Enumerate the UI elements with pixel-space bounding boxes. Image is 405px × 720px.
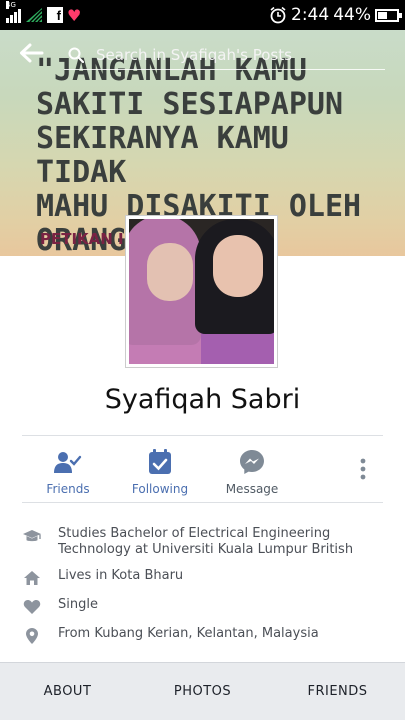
network-type: 4G [6, 1, 16, 9]
search-icon [68, 47, 84, 63]
graduation-cap-icon [22, 527, 42, 545]
messenger-icon [238, 448, 266, 476]
more-options-button[interactable] [343, 436, 383, 502]
facebook-icon: f [47, 7, 63, 23]
following-icon [146, 448, 174, 476]
profile-actions: Friends Following Message [22, 436, 383, 502]
heart-icon: ♥ [67, 5, 82, 25]
heart-icon [22, 598, 42, 616]
search-field[interactable] [64, 40, 385, 70]
friends-label: Friends [46, 482, 90, 496]
following-label: Following [131, 482, 189, 496]
divider [22, 502, 383, 503]
info-lives-in-text: Lives in Kota Bharu [58, 568, 184, 583]
more-vertical-icon [360, 458, 366, 480]
intro-section: Studies Bachelor of Electrical Engineeri… [22, 526, 383, 655]
battery-percent: 44% [333, 5, 371, 25]
message-button[interactable]: Message [206, 436, 298, 502]
search-input[interactable] [96, 45, 356, 64]
friends-button[interactable]: Friends [22, 436, 114, 502]
tab-friends[interactable]: FRIENDS [270, 684, 405, 699]
following-button[interactable]: Following [114, 436, 206, 502]
tab-about[interactable]: ABOUT [0, 684, 135, 699]
info-hometown-text: From Kubang Kerian, Kelantan, Malaysia [58, 626, 319, 641]
friend-check-icon [54, 448, 82, 476]
tab-photos[interactable]: PHOTOS [135, 684, 270, 699]
location-pin-icon [22, 627, 42, 645]
arrow-left-icon[interactable] [18, 42, 44, 64]
wifi-icon [26, 8, 43, 23]
info-lives-in[interactable]: Lives in Kota Bharu [22, 568, 383, 587]
clock-time: 2:44 [291, 5, 330, 25]
status-bar: 4G f ♥ 2:44 44% [0, 0, 405, 30]
info-relationship[interactable]: Single [22, 597, 383, 616]
info-education[interactable]: Studies Bachelor of Electrical Engineeri… [22, 526, 383, 558]
header-bar [0, 34, 405, 74]
alarm-icon [270, 6, 286, 24]
signal-icon: 4G [6, 1, 21, 23]
profile-tabs: ABOUT PHOTOS FRIENDS [0, 662, 405, 720]
home-icon [22, 569, 42, 587]
info-hometown[interactable]: From Kubang Kerian, Kelantan, Malaysia [22, 626, 383, 645]
battery-icon [375, 8, 402, 22]
info-education-text: Studies Bachelor of Electrical Engineeri… [58, 526, 354, 557]
profile-name: Syafiqah Sabri [104, 384, 301, 415]
info-relationship-text: Single [58, 597, 98, 612]
profile-picture[interactable] [125, 215, 278, 368]
profile-photo-image [129, 219, 274, 364]
message-label: Message [225, 482, 279, 496]
